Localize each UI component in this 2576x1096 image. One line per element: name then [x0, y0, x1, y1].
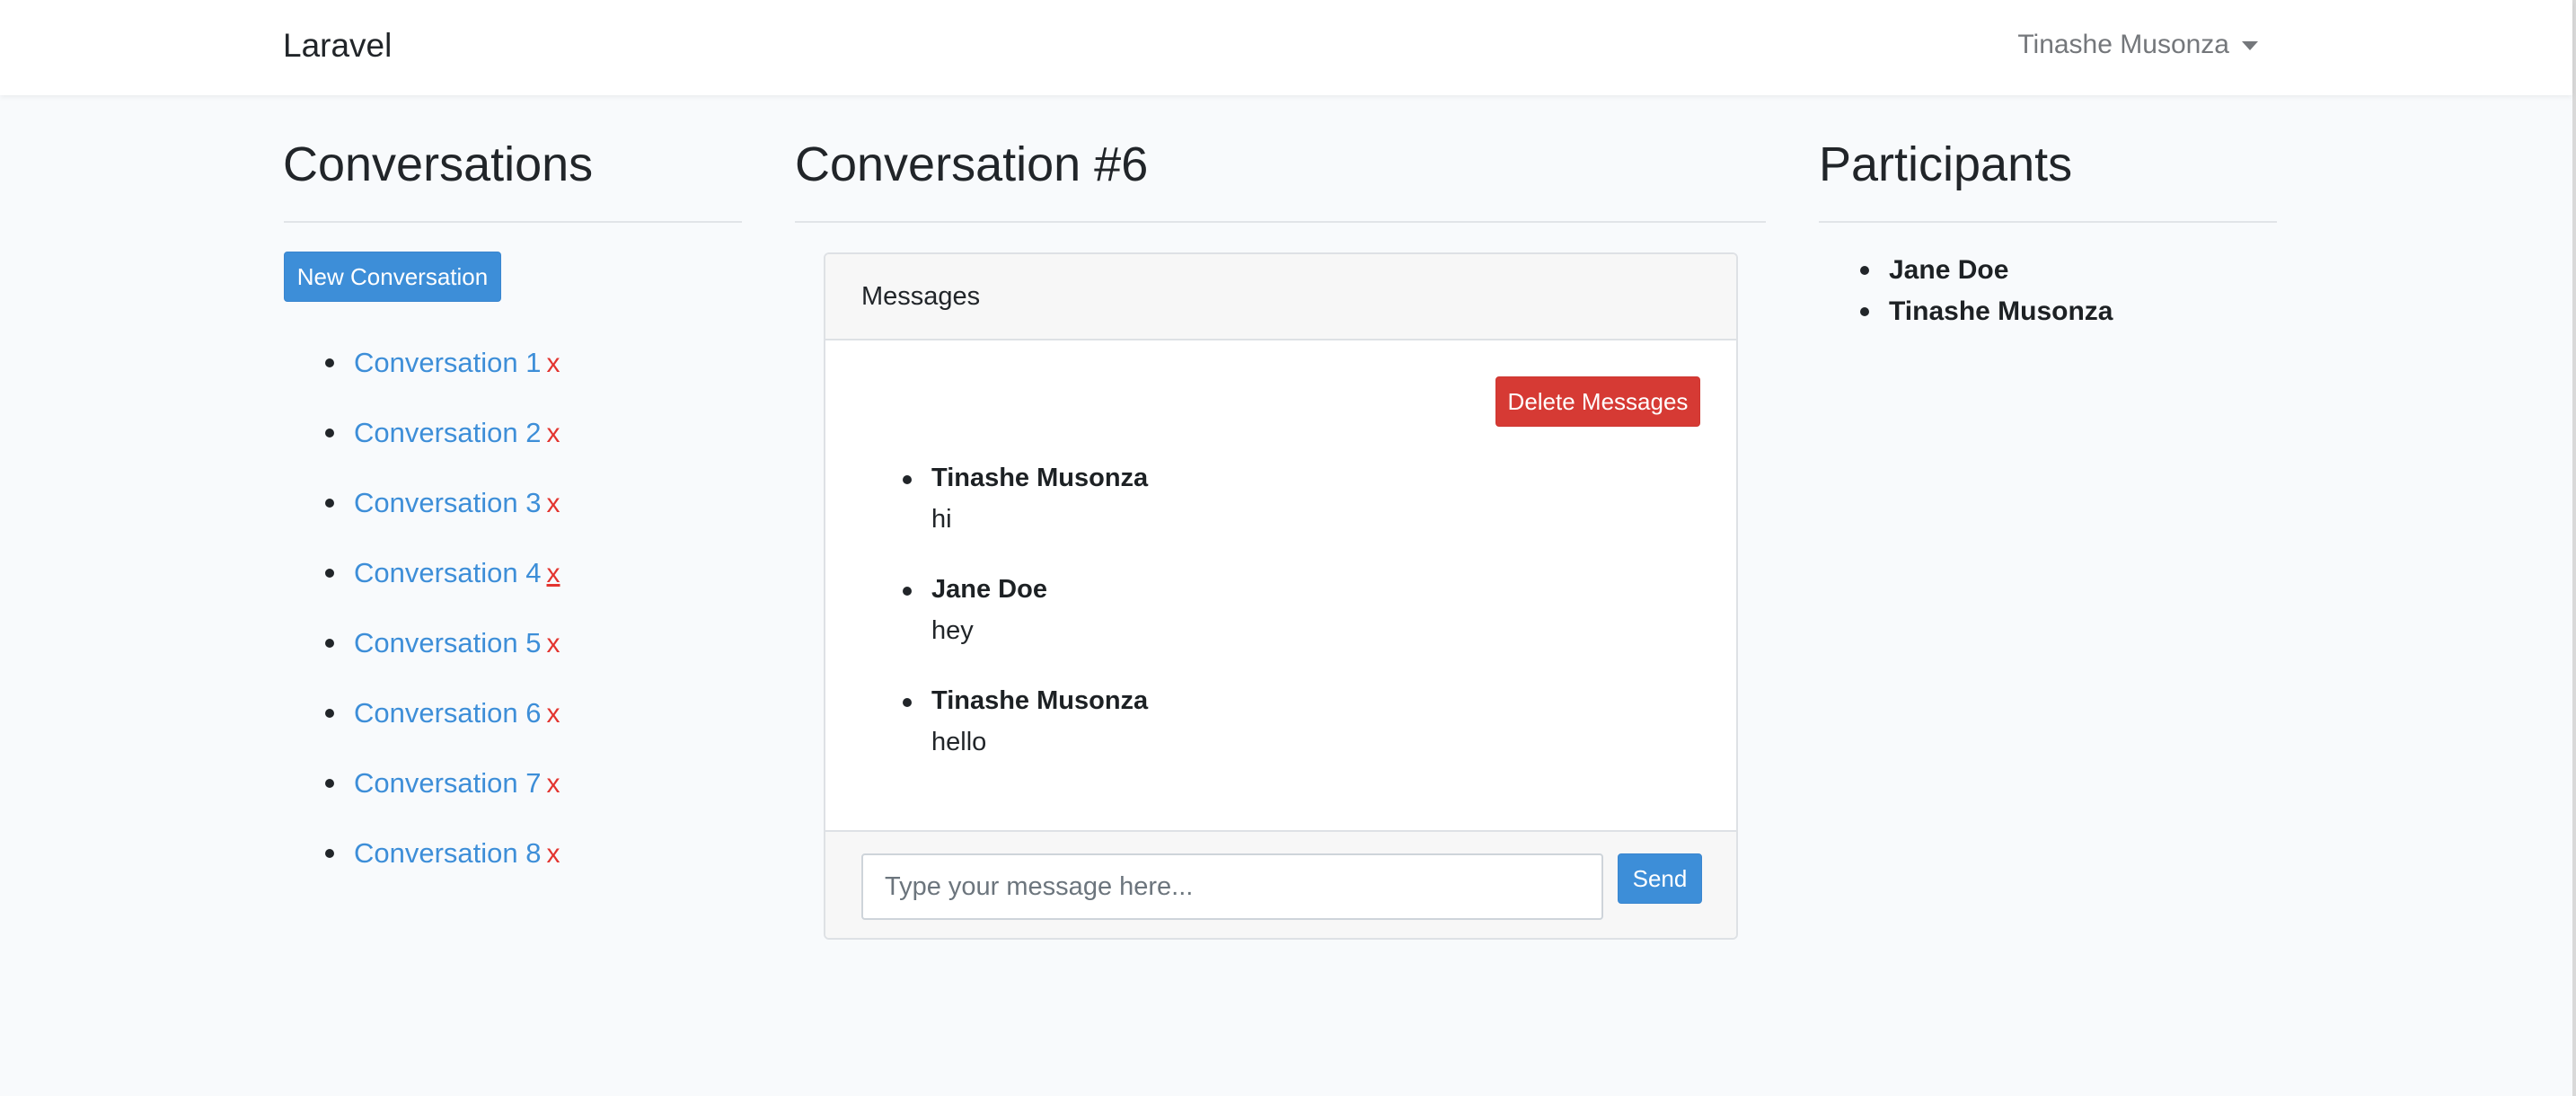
bullet-icon — [903, 587, 912, 596]
delete-conversation-icon[interactable]: x — [547, 629, 560, 658]
participant-name: Jane Doe — [1889, 255, 2009, 285]
delete-conversation-icon[interactable]: x — [547, 419, 560, 448]
bullet-icon — [903, 698, 912, 707]
message-input[interactable] — [861, 853, 1603, 920]
conversations-heading: Conversations — [283, 137, 594, 191]
participants-list: Jane Doe Tinashe Musonza — [1819, 250, 2113, 332]
delete-conversation-icon[interactable]: x — [547, 559, 560, 588]
conversation-link[interactable]: Conversation 1 — [354, 347, 542, 378]
user-dropdown-toggle[interactable]: Tinashe Musonza — [2017, 27, 2258, 63]
bullet-icon — [1860, 266, 1869, 275]
conversation-list-item: Conversation 8x — [284, 826, 560, 897]
conversation-link[interactable]: Conversation 6 — [354, 697, 542, 729]
send-button[interactable]: Send — [1618, 853, 1702, 904]
conversation-list-item: Conversation 6x — [284, 686, 560, 756]
conversation-link[interactable]: Conversation 5 — [354, 627, 542, 658]
conversation-list-item: Conversation 4x — [284, 546, 560, 616]
conversation-list: Conversation 1x Conversation 2x Conversa… — [284, 336, 560, 897]
conversation-link[interactable]: Conversation 8 — [354, 837, 542, 869]
participant-name: Tinashe Musonza — [1889, 296, 2113, 326]
bullet-icon — [325, 358, 334, 367]
delete-conversation-icon[interactable]: x — [547, 699, 560, 729]
conversation-list-item: Conversation 5x — [284, 616, 560, 686]
message-body: hello — [931, 728, 987, 756]
messages-card: Messages Delete Messages Tinashe Musonza… — [824, 252, 1738, 940]
bullet-icon — [903, 475, 912, 484]
participants-heading: Participants — [1819, 137, 2073, 191]
brand-link[interactable]: Laravel — [283, 25, 392, 66]
messages-card-header: Messages — [825, 254, 1736, 340]
conversation-list-item: Conversation 7x — [284, 756, 560, 826]
message-body: hi — [931, 505, 952, 534]
bullet-icon — [325, 709, 334, 718]
user-name: Tinashe Musonza — [2017, 30, 2229, 59]
conversation-list-item: Conversation 2x — [284, 406, 560, 476]
participant-item: Tinashe Musonza — [1819, 291, 2113, 332]
window-scrollbar[interactable] — [2572, 0, 2576, 1096]
bullet-icon — [325, 639, 334, 648]
new-conversation-button[interactable]: New Conversation — [284, 252, 501, 302]
participant-item: Jane Doe — [1819, 250, 2113, 291]
conversations-divider — [284, 221, 742, 223]
delete-conversation-icon[interactable]: x — [547, 349, 560, 378]
message-author: Tinashe Musonza — [931, 686, 1149, 715]
bullet-icon — [325, 569, 334, 578]
conversation-divider — [795, 221, 1766, 223]
conversation-link[interactable]: Conversation 7 — [354, 767, 542, 799]
bullet-icon — [325, 429, 334, 438]
delete-conversation-icon[interactable]: x — [547, 839, 560, 869]
conversation-link[interactable]: Conversation 2 — [354, 417, 542, 448]
message-composer: Send — [825, 830, 1736, 938]
bullet-icon — [325, 779, 334, 788]
message-body: hey — [931, 616, 974, 645]
message-author: Jane Doe — [931, 575, 1047, 604]
conversation-list-item: Conversation 3x — [284, 476, 560, 546]
bullet-icon — [325, 499, 334, 508]
delete-conversation-icon[interactable]: x — [547, 489, 560, 518]
participants-divider — [1819, 221, 2277, 223]
conversation-link[interactable]: Conversation 3 — [354, 487, 542, 518]
conversation-heading: Conversation #6 — [795, 137, 1149, 191]
bullet-icon — [1860, 307, 1869, 316]
bullet-icon — [325, 849, 334, 858]
delete-conversation-icon[interactable]: x — [547, 769, 560, 799]
conversation-link[interactable]: Conversation 4 — [354, 557, 542, 588]
delete-messages-button[interactable]: Delete Messages — [1495, 376, 1700, 427]
caret-down-icon — [2242, 41, 2258, 50]
conversation-list-item: Conversation 1x — [284, 336, 560, 406]
top-navbar: Laravel Tinashe Musonza — [0, 0, 2572, 95]
message-author: Tinashe Musonza — [931, 464, 1149, 492]
